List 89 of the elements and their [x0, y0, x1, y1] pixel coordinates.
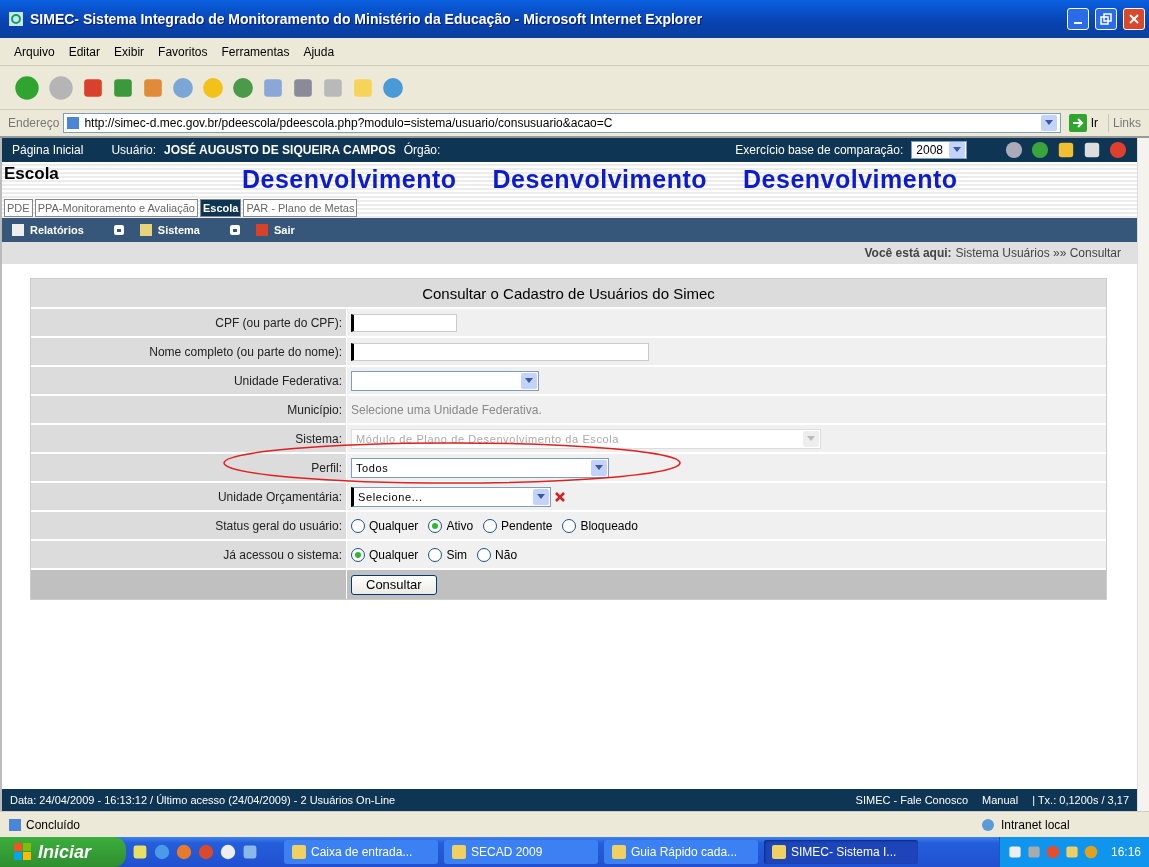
caret-icon	[591, 459, 607, 476]
module-tab[interactable]: PDE	[4, 199, 33, 217]
caret-icon	[521, 372, 537, 389]
breadcrumb-label: Você está aqui:	[864, 246, 952, 260]
select-field[interactable]: Todos	[351, 457, 609, 478]
radio-button[interactable]	[428, 518, 443, 533]
system-menu-item[interactable]: Sair	[256, 224, 307, 236]
module-title: Escola	[3, 163, 59, 184]
field-label: CPF (ou parte do CPF):	[31, 309, 346, 336]
window-title: SIMEC- Sistema Integrado de Monitoramento do Ministério da Educação - Microsoft Internet Explorer	[30, 11, 704, 27]
radio-label: Bloqueado	[580, 518, 638, 533]
field-label: Unidade Orçamentária:	[31, 483, 346, 510]
select-field: Módulo de Plano de Desenvolvimento da Escola	[351, 428, 821, 449]
zone-text: Intranet local	[1001, 817, 1071, 832]
field-label: Já acessou o sistema:	[31, 541, 346, 568]
address-field[interactable]: http://simec-d.mec.gov.br/pdeescola/pdeescola.php?modulo=sistema/usuario/consusuario&acao=C	[63, 113, 1061, 133]
links-button[interactable]: Links	[1113, 116, 1141, 130]
status-text: Concluído	[26, 817, 82, 832]
go-button[interactable]: Ir	[1064, 114, 1109, 132]
text-field[interactable]	[351, 313, 457, 332]
home-link[interactable]: Página Inicial	[12, 143, 84, 157]
close-button[interactable]	[1123, 8, 1145, 30]
banner-text: Desenvolvimento	[743, 165, 958, 193]
menu-item[interactable]: Editar	[68, 44, 101, 59]
minimize-icon	[1074, 22, 1082, 24]
address-label: Endereço	[8, 116, 60, 130]
footer-link[interactable]: SIMEC - Fale Conosco	[855, 794, 969, 806]
banner-text: Desenvolvimento	[242, 165, 457, 193]
form-title: Consultar o Cadastro de Usuários do Simec	[31, 279, 1106, 307]
combo-field[interactable]: Selecione...	[351, 486, 551, 507]
module-tab[interactable]: PPA-Monitoramento e Avaliação	[34, 199, 198, 217]
radio-button[interactable]	[483, 518, 498, 533]
restore-icon	[1100, 13, 1112, 25]
field-label: Nome completo (ou parte do nome):	[31, 338, 346, 365]
taskbar-button[interactable]: SIMEC- Sistema I...	[764, 840, 918, 864]
menu-item[interactable]: Arquivo	[14, 44, 55, 59]
text-field[interactable]	[351, 342, 649, 361]
radio-button[interactable]	[562, 518, 577, 533]
menu-item[interactable]: Exibir	[114, 44, 145, 59]
hint-text: Selecione uma Unidade Federativa.	[351, 402, 542, 417]
user-name: JOSÉ AUGUSTO DE SIQUEIRA CAMPOS	[164, 143, 396, 157]
minimize-button[interactable]	[1067, 8, 1089, 30]
scrollbar[interactable]	[1137, 138, 1149, 811]
windows-logo-icon	[14, 843, 32, 861]
caret-icon	[803, 430, 819, 447]
radio-label: Pendente	[501, 518, 553, 533]
clear-icon[interactable]	[555, 491, 565, 502]
menu-item[interactable]: Ferramentas	[221, 44, 290, 59]
field-label: Perfil:	[31, 454, 346, 481]
footer-link[interactable]: Manual	[982, 794, 1019, 806]
radio-label: Ativo	[446, 518, 474, 533]
year-label: Exercício base de comparação:	[735, 143, 904, 157]
user-label: Usuário:	[111, 143, 157, 157]
taskbar-button[interactable]: Caixa de entrada...	[284, 840, 438, 864]
caret-icon	[533, 488, 549, 505]
module-tab[interactable]: Escola	[200, 199, 242, 217]
select-field[interactable]	[351, 370, 539, 391]
field-label: Status geral do usuário:	[31, 512, 346, 539]
caret-icon	[1040, 115, 1057, 131]
radio-button[interactable]	[477, 547, 492, 562]
system-menu-item[interactable]: Sistema	[139, 224, 240, 236]
radio-label: Sim	[446, 547, 468, 562]
footer-info: Data: 24/04/2009 - 16:13:12 / Último acesso (24/04/2009) - 2 Usuários On-Line	[10, 794, 397, 806]
restore-button[interactable]	[1095, 8, 1117, 30]
menu-item[interactable]: Favoritos	[158, 44, 208, 59]
banner-text: Desenvolvimento	[492, 165, 708, 193]
radio-label: Qualquer	[369, 518, 419, 533]
radio-label: Qualquer	[369, 547, 419, 562]
organ-label: Órgão:	[403, 143, 442, 157]
breadcrumb-path: Sistema Usuários »» Consultar	[955, 246, 1121, 260]
taskbar-button[interactable]: SECAD 2009	[444, 840, 598, 864]
search-button[interactable]: Consultar	[351, 574, 437, 595]
radio-button[interactable]	[351, 518, 365, 533]
caret-icon	[949, 142, 965, 158]
radio-button[interactable]	[428, 547, 443, 562]
taskbar-button[interactable]: Guia Rápido cada...	[604, 840, 758, 864]
clock: 16:16	[1110, 845, 1141, 859]
year-select[interactable]: 2008	[911, 141, 967, 159]
field-label: Sistema:	[31, 425, 346, 452]
timing-text: | Tx.: 0,1200s / 3,17	[1032, 794, 1129, 806]
system-menu-item[interactable]: Relatórios	[12, 224, 124, 236]
radio-button[interactable]	[351, 547, 365, 562]
field-label: Município:	[31, 396, 346, 423]
menu-item[interactable]: Ajuda	[303, 44, 335, 59]
radio-label: Não	[495, 547, 518, 562]
dropdown-icon	[230, 225, 240, 235]
dropdown-icon	[113, 225, 124, 235]
field-label: Unidade Federativa:	[31, 367, 346, 394]
module-tab[interactable]: PAR - Plano de Metas	[243, 199, 358, 217]
